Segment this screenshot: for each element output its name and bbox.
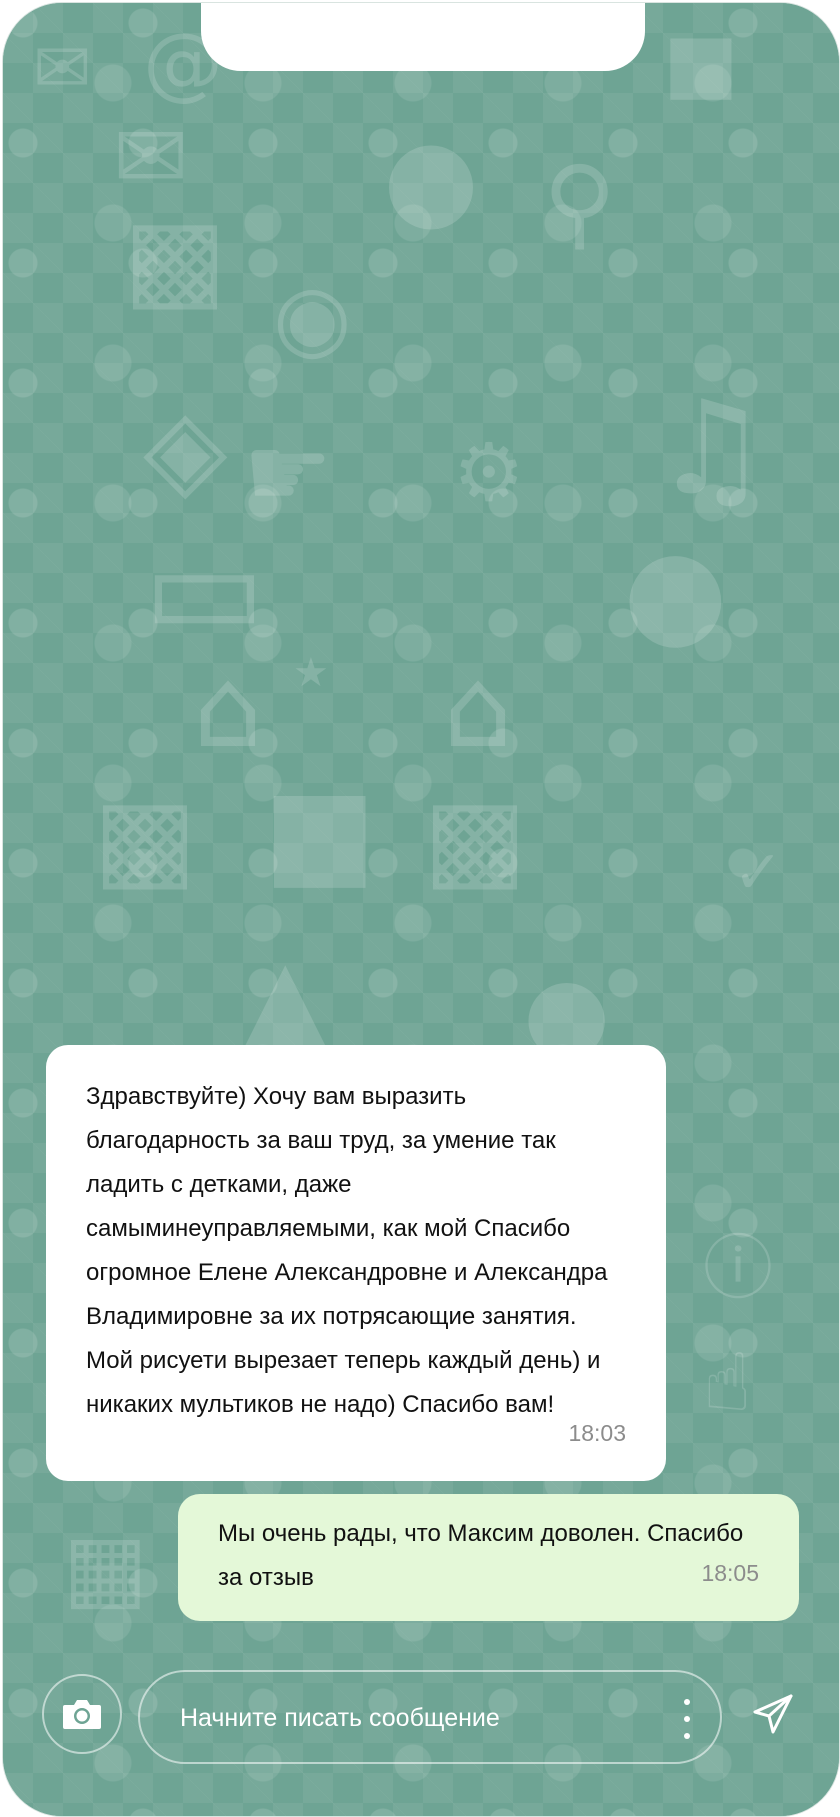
- deco-contact-icon: ■: [663, 16, 739, 109]
- deco-image-icon: ▦: [63, 1515, 149, 1620]
- deco-check-icon: ✓: [733, 838, 784, 908]
- more-vertical-icon[interactable]: [682, 1699, 692, 1739]
- message-input[interactable]: [178, 1672, 652, 1764]
- message-bubble-outgoing[interactable]: Мы очень рады, что Максим доволен. Спаси…: [178, 1494, 799, 1621]
- deco-thumb-icon: ☝: [703, 1336, 752, 1429]
- deco-monitor2-icon: ▩: [93, 774, 197, 902]
- message-bubble-incoming[interactable]: Здравствуйте) Хочу вам выразить благодар…: [46, 1045, 666, 1481]
- send-icon: [753, 1694, 793, 1734]
- message-text: Здравствуйте) Хочу вам выразить благодар…: [86, 1083, 608, 1418]
- deco-person-icon: ●: [383, 114, 479, 242]
- deco-music-icon: ♫: [653, 372, 770, 524]
- deco-search-icon: ⚲: [543, 144, 617, 261]
- deco-contact2-icon: ■: [263, 763, 377, 902]
- message-timestamp: 18:03: [568, 1420, 626, 1446]
- deco-chat-icon: ✉: [33, 27, 92, 109]
- deco-home2-icon: ⌂: [443, 644, 513, 772]
- message-text: Мы очень рады, что Максим доволен. Спаси…: [218, 1520, 744, 1591]
- camera-icon: [63, 1700, 101, 1729]
- deco-tablet-icon: ▭: [143, 512, 266, 664]
- deco-camera-icon: ◉: [273, 265, 352, 370]
- deco-globe-icon: ◈: [143, 384, 228, 512]
- phone-notch: [201, 3, 645, 71]
- deco-info-icon: ⓘ: [703, 1227, 773, 1309]
- phone-frame: ✉ @ ■ ✉ ● ⚲ ▩ ◉ ◈ ♫ ☛ ▭ ⚙ ● ⌂ ⌂ ★ ▩ ■ ▩ …: [2, 2, 840, 1817]
- message-input-container[interactable]: [138, 1670, 722, 1764]
- camera-button[interactable]: [42, 1674, 122, 1754]
- deco-gear-icon: ⚙: [453, 426, 525, 519]
- deco-home-icon: ⌂: [193, 644, 263, 772]
- deco-mail-icon: ✉: [113, 105, 189, 210]
- deco-world-icon: ●: [623, 523, 728, 662]
- deco-hand-icon: ☛: [243, 414, 333, 531]
- send-button[interactable]: [743, 1684, 803, 1744]
- deco-monitor-icon: ▩: [123, 194, 227, 322]
- deco-laptop-icon: ▩: [423, 774, 527, 902]
- deco-star-icon: ★: [293, 650, 329, 696]
- deco-tower-icon: ▲: [243, 934, 328, 1062]
- message-timestamp: 18:05: [701, 1560, 759, 1586]
